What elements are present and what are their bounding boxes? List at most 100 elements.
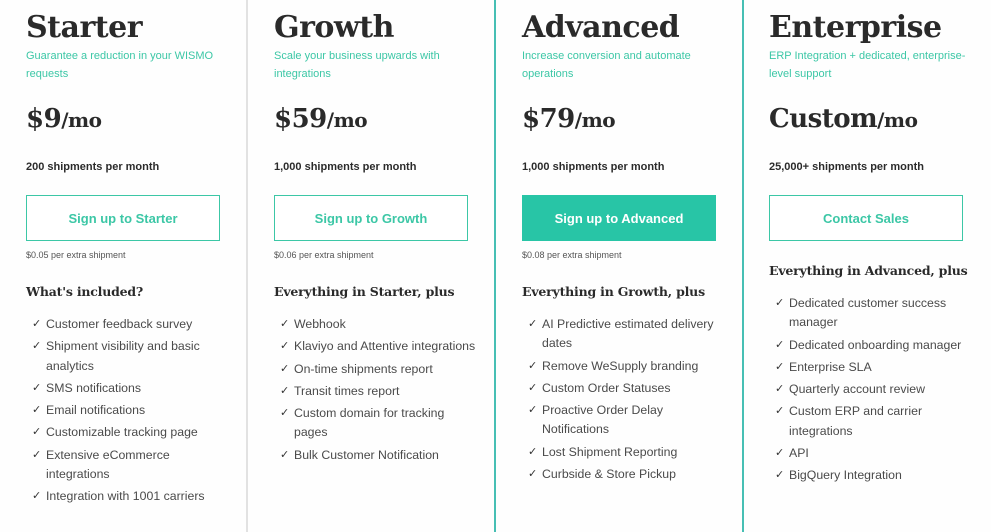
feature-item: ✓ Custom Order Statuses xyxy=(528,379,728,398)
feature-text: Customizable tracking page xyxy=(46,425,198,440)
feature-item: ✓ Shipment visibility and basic analytics xyxy=(32,337,232,376)
plan-shipments: 200 shipments per month xyxy=(26,161,160,173)
feature-text: Lost Shipment Reporting xyxy=(542,444,678,459)
plan-title: Starter xyxy=(26,10,143,45)
feature-item: ✓ Quarterly account review xyxy=(775,380,975,399)
feature-text: Proactive Order Delay Notifications xyxy=(542,403,663,437)
feature-item: ✓ BigQuery Integration xyxy=(775,466,975,485)
feature-text: Custom domain for tracking pages xyxy=(294,406,445,440)
price-amount: $9 xyxy=(26,104,62,134)
feature-text: Dedicated onboarding manager xyxy=(789,337,962,352)
check-icon: ✓ xyxy=(32,426,42,439)
plan-tagline: ERP Integration + dedicated, enterprise-… xyxy=(769,50,966,80)
price-period: /mo xyxy=(877,108,918,132)
feature-text: SMS notifications xyxy=(46,380,142,395)
pricing-plans: Starter Guarantee a reduction in your WI… xyxy=(0,0,991,532)
plan-title: Growth xyxy=(274,10,394,45)
feature-item: ✓ Remove WeSupply branding xyxy=(528,357,728,376)
feature-list: ✓ AI Predictive estimated delivery dates ✓… xyxy=(528,315,728,487)
feature-text: On-time shipments report xyxy=(294,361,433,376)
feature-item: ✓ Email notifications xyxy=(32,401,232,420)
sign-up-advanced-button[interactable]: Sign up to Advanced xyxy=(522,195,716,241)
feature-text: Klaviyo and Attentive integrations xyxy=(294,339,476,354)
check-icon: ✓ xyxy=(528,404,538,417)
feature-item: ✓ Extensive eCommerce integrations xyxy=(32,446,232,485)
extra-shipment-price: $0.06 per extra shipment xyxy=(274,250,374,260)
plan-price: $59/mo xyxy=(274,104,368,134)
feature-item: ✓ Enterprise SLA xyxy=(775,358,975,377)
feature-text: Shipment visibility and basic analytics xyxy=(46,339,200,373)
feature-item: ✓ API xyxy=(775,444,975,463)
check-icon: ✓ xyxy=(32,318,42,330)
check-icon: ✓ xyxy=(32,490,42,503)
feature-item: ✓ On-time shipments report xyxy=(280,360,480,379)
check-icon: ✓ xyxy=(32,448,42,461)
price-amount: $59 xyxy=(274,104,327,134)
price-period: /mo xyxy=(326,108,368,132)
feature-text: Curbside & Store Pickup xyxy=(542,467,676,482)
feature-text: Transit times report xyxy=(294,383,400,398)
feature-item: ✓ Custom ERP and carrier integrations xyxy=(775,402,975,441)
check-icon: ✓ xyxy=(32,381,42,394)
check-icon: ✓ xyxy=(528,318,538,330)
feature-item: ✓ Webhook xyxy=(280,315,480,334)
feature-item: ✓ SMS notifications xyxy=(32,379,232,398)
feature-text: Extensive eCommerce integrations xyxy=(46,447,170,482)
check-icon: ✓ xyxy=(280,318,290,330)
check-icon: ✓ xyxy=(775,383,785,396)
plan-price: $79/mo xyxy=(522,104,616,134)
plan-tagline: Increase conversion and automate operati… xyxy=(522,50,691,80)
plan-card-starter: Starter Guarantee a reduction in your WI… xyxy=(0,0,247,532)
feature-item: ✓ Customer feedback survey xyxy=(32,315,232,334)
check-icon: ✓ xyxy=(775,405,785,418)
feature-text: API xyxy=(789,446,809,461)
plan-tagline: Scale your business upwards with integra… xyxy=(274,50,440,80)
check-icon: ✓ xyxy=(32,404,42,417)
check-icon: ✓ xyxy=(528,381,538,394)
sign-up-starter-button[interactable]: Sign up to Starter xyxy=(26,195,220,241)
features-heading: What's included? xyxy=(26,284,144,299)
feature-text: Integration with 1001 carriers xyxy=(46,489,205,504)
feature-list: ✓ Webhook ✓ Klaviyo and Attentive integrati… xyxy=(280,315,480,468)
feature-item: ✓ Klaviyo and Attentive integrations xyxy=(280,337,480,356)
feature-text: Dedicated customer success manager xyxy=(789,296,947,330)
check-icon: ✓ xyxy=(775,360,785,373)
feature-item: ✓ Bulk Customer Notification xyxy=(280,446,480,465)
plan-price: Custom/mo xyxy=(769,104,918,134)
price-period: /mo xyxy=(61,108,102,132)
contact-sales-button[interactable]: Contact Sales xyxy=(769,195,963,241)
extra-shipment-price: $0.08 per extra shipment xyxy=(522,250,622,260)
check-icon: ✓ xyxy=(280,362,290,375)
feature-text: Custom Order Statuses xyxy=(542,380,671,395)
plan-shipments: 1,000 shipments per month xyxy=(274,161,417,173)
check-icon: ✓ xyxy=(32,340,42,353)
check-icon: ✓ xyxy=(775,447,785,460)
plan-title: Enterprise xyxy=(769,10,942,45)
feature-item: ✓ Dedicated customer success manager xyxy=(775,294,975,333)
features-heading: Everything in Starter, plus xyxy=(274,284,455,299)
feature-item: ✓ Dedicated onboarding manager xyxy=(775,336,975,355)
check-icon: ✓ xyxy=(280,448,290,461)
features-heading: Everything in Growth, plus xyxy=(522,284,705,299)
plan-card-advanced: Advanced Increase conversion and automat… xyxy=(494,0,742,532)
feature-item: ✓ Lost Shipment Reporting xyxy=(528,443,728,462)
plan-title: Advanced xyxy=(522,10,680,45)
check-icon: ✓ xyxy=(775,469,785,482)
feature-item: ✓ Customizable tracking page xyxy=(32,423,232,442)
sign-up-growth-button[interactable]: Sign up to Growth xyxy=(274,195,468,241)
extra-shipment-price: $0.05 per extra shipment xyxy=(26,250,126,260)
plan-shipments: 25,000+ shipments per month xyxy=(769,161,924,173)
price-amount: $79 xyxy=(522,104,575,134)
check-icon: ✓ xyxy=(528,445,538,458)
check-icon: ✓ xyxy=(528,468,538,481)
feature-text: Quarterly account review xyxy=(789,382,926,397)
check-icon: ✓ xyxy=(280,340,290,353)
feature-text: Remove WeSupply branding xyxy=(542,358,699,373)
feature-text: AI Predictive estimated delivery dates xyxy=(542,317,714,351)
feature-item: ✓ Transit times report xyxy=(280,382,480,401)
feature-item: ✓ AI Predictive estimated delivery dates xyxy=(528,315,728,354)
feature-text: Customer feedback survey xyxy=(46,317,193,331)
feature-item: ✓ Custom domain for tracking pages xyxy=(280,404,480,443)
feature-item: ✓ Integration with 1001 carriers xyxy=(32,487,232,506)
price-period: /mo xyxy=(574,108,616,132)
